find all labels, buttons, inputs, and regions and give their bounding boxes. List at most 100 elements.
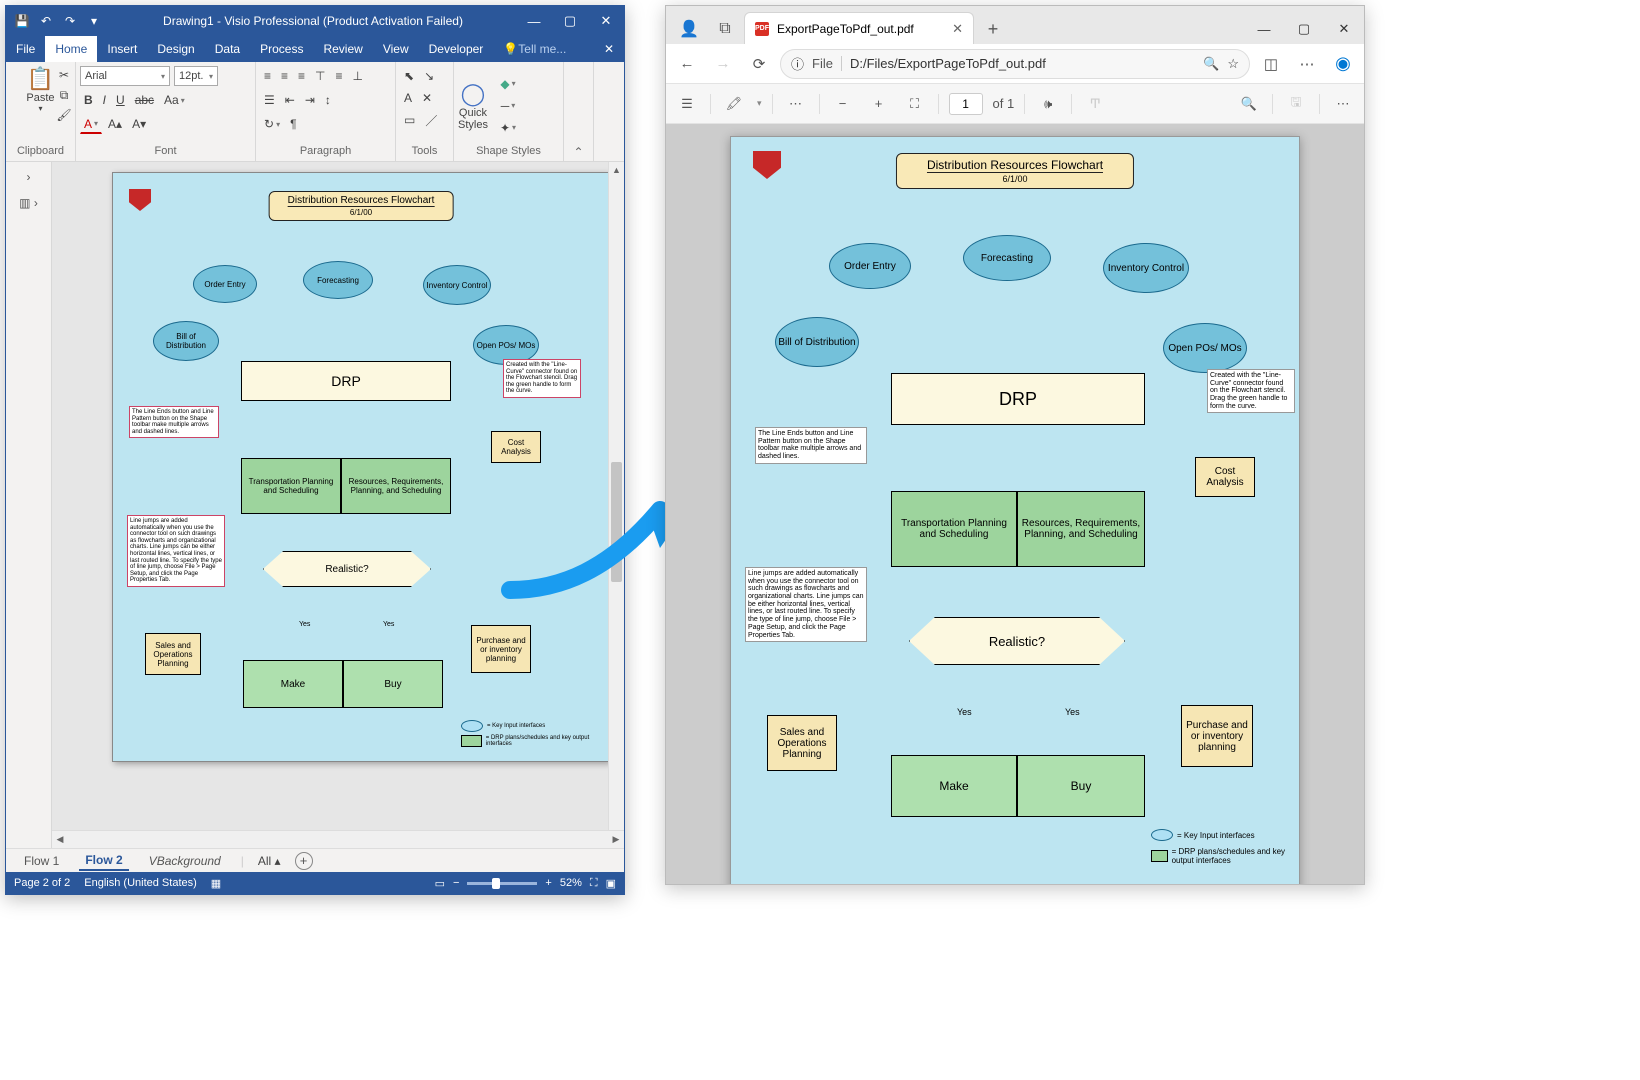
zoom-slider[interactable]	[467, 882, 537, 885]
highlight-icon[interactable]: 🖍	[721, 91, 747, 117]
tab-process[interactable]: Process	[250, 36, 313, 62]
copy-icon[interactable]: ⧉	[54, 86, 74, 104]
page-number-input[interactable]	[949, 93, 983, 115]
tab-view[interactable]: View	[373, 36, 419, 62]
favorite-icon[interactable]: ☆	[1227, 56, 1239, 72]
pointer-tool-button[interactable]: ⬉	[400, 66, 418, 86]
quick-styles-button[interactable]: ◯ Quick Styles	[458, 81, 488, 131]
line-spacing-button[interactable]: ↕	[321, 90, 335, 110]
tab-review[interactable]: Review	[313, 36, 372, 62]
strike-button[interactable]: abc	[131, 90, 158, 110]
collapse-ribbon-icon[interactable]: ⌃	[573, 145, 583, 159]
horizontal-scrollbar[interactable]: ◀ ▶	[52, 830, 624, 848]
zoom-out-button[interactable]: −	[453, 877, 459, 889]
effects-button[interactable]: ✦	[496, 118, 520, 138]
reload-button[interactable]: ⟳	[744, 49, 774, 79]
align-middle-button[interactable]: ≡	[332, 66, 347, 86]
bullets-button[interactable]: ☰	[260, 90, 279, 110]
scroll-left-icon[interactable]: ◀	[52, 834, 68, 845]
rectangle-tool-button[interactable]: ▭	[400, 110, 419, 130]
align-left-button[interactable]: ≡	[260, 66, 275, 86]
shapes-pane-rail[interactable]: › ▥ ›	[6, 162, 52, 848]
site-info-icon[interactable]: ⓘ	[791, 54, 804, 73]
scroll-right-icon[interactable]: ▶	[608, 834, 624, 845]
tab-developer[interactable]: Developer	[419, 36, 494, 62]
contents-icon[interactable]: ☰	[674, 91, 700, 117]
split-screen-icon[interactable]: ◫	[1256, 49, 1286, 79]
tab-all[interactable]: All ▴	[258, 854, 281, 868]
pdf-viewport[interactable]: Distribution Resources Flowchart 6/1/00 …	[666, 124, 1364, 884]
scroll-up-icon[interactable]: ▲	[609, 162, 624, 178]
maximize-button[interactable]: ▢	[1284, 14, 1324, 44]
text-direction-button[interactable]: ¶	[286, 114, 300, 134]
align-top-button[interactable]: ⊤	[311, 66, 329, 86]
tab-flow1[interactable]: Flow 1	[18, 852, 65, 870]
minimize-button[interactable]: —	[516, 6, 552, 36]
minimize-button[interactable]: —	[1244, 14, 1284, 44]
crop-tool-button[interactable]: ✕	[418, 88, 436, 108]
rotate-text-button[interactable]: ↻	[260, 114, 284, 134]
settings-menu-icon[interactable]: ⋯	[1292, 49, 1322, 79]
increase-indent-button[interactable]: ⇥	[301, 90, 319, 110]
back-button[interactable]: ←	[672, 49, 702, 79]
line-button[interactable]: ─	[496, 96, 520, 116]
presentation-mode-icon[interactable]: ▭	[435, 877, 445, 890]
new-tab-button[interactable]: +	[978, 14, 1008, 44]
align-right-button[interactable]: ≡	[294, 66, 309, 86]
toolbar-more-icon[interactable]: ⋯	[1330, 91, 1356, 117]
fit-width-icon[interactable]: ▣	[606, 877, 616, 890]
align-bottom-button[interactable]: ⊥	[349, 66, 367, 86]
font-color-button[interactable]: A	[80, 114, 102, 134]
connector-tool-button[interactable]: ↘	[420, 66, 438, 86]
shrink-font-button[interactable]: A▾	[128, 114, 150, 134]
undo-icon[interactable]: ↶	[36, 11, 56, 31]
zoom-addr-icon[interactable]: 🔍	[1203, 56, 1219, 72]
copilot-icon[interactable]: ◉	[1328, 49, 1358, 79]
font-name-select[interactable]: Arial	[80, 66, 170, 86]
redo-icon[interactable]: ↷	[60, 11, 80, 31]
tab-file[interactable]: File	[6, 36, 45, 62]
zoom-in-button[interactable]: +	[866, 91, 892, 117]
tab-flow2[interactable]: Flow 2	[79, 851, 128, 871]
browser-tab[interactable]: PDF ExportPageToPdf_out.pdf ✕	[744, 12, 974, 44]
tell-me[interactable]: 💡 Tell me...	[493, 36, 576, 62]
bold-button[interactable]: B	[80, 90, 97, 110]
add-page-button[interactable]: +	[295, 852, 313, 870]
tab-insert[interactable]: Insert	[97, 36, 147, 62]
fit-page-icon[interactable]: ⛶	[590, 877, 598, 890]
shapes-expand-icon[interactable]: ›	[27, 170, 31, 184]
close-tab-icon[interactable]: ✕	[952, 21, 963, 37]
fill-button[interactable]: ◆	[496, 74, 520, 94]
address-bar[interactable]: ⓘ File D:/Files/ExportPageToPdf_out.pdf …	[780, 49, 1250, 79]
underline-button[interactable]: U	[112, 90, 129, 110]
close-button[interactable]: ✕	[588, 6, 624, 36]
save-icon[interactable]: 💾	[12, 11, 32, 31]
ribbon-close-icon[interactable]: ✕	[594, 36, 624, 62]
read-aloud-icon[interactable]: 🕪	[1035, 91, 1061, 117]
zoom-in-button[interactable]: +	[545, 877, 551, 889]
macros-icon[interactable]: ▦	[211, 877, 221, 890]
grow-font-button[interactable]: A▴	[104, 114, 126, 134]
align-center-button[interactable]: ≡	[277, 66, 292, 86]
text-tool-button[interactable]: A	[400, 88, 416, 108]
stencil-icon[interactable]: ▥ ›	[19, 196, 38, 210]
more-tools-icon[interactable]: ⋯	[783, 91, 809, 117]
cut-icon[interactable]: ✂	[54, 66, 74, 84]
font-size-select[interactable]: 12pt.	[174, 66, 218, 86]
text-case-button[interactable]: Aa	[160, 90, 189, 110]
decrease-indent-button[interactable]: ⇤	[281, 90, 299, 110]
paste-button[interactable]: 📋 Paste ▾	[26, 66, 54, 113]
zoom-out-button[interactable]: −	[830, 91, 856, 117]
profile-icon[interactable]: 👤	[674, 14, 704, 44]
close-button[interactable]: ✕	[1324, 14, 1364, 44]
fit-page-icon[interactable]: ⛶	[902, 91, 928, 117]
italic-button[interactable]: I	[99, 90, 110, 110]
tab-data[interactable]: Data	[205, 36, 250, 62]
tab-vbackground[interactable]: VBackground	[143, 852, 227, 870]
qat-caret-icon[interactable]: ▾	[84, 11, 104, 31]
maximize-button[interactable]: ▢	[552, 6, 588, 36]
find-icon[interactable]: 🔍	[1236, 91, 1262, 117]
highlight-caret-icon[interactable]: ▾	[757, 98, 762, 109]
tab-design[interactable]: Design	[147, 36, 204, 62]
format-painter-icon[interactable]: 🖌	[54, 106, 74, 124]
